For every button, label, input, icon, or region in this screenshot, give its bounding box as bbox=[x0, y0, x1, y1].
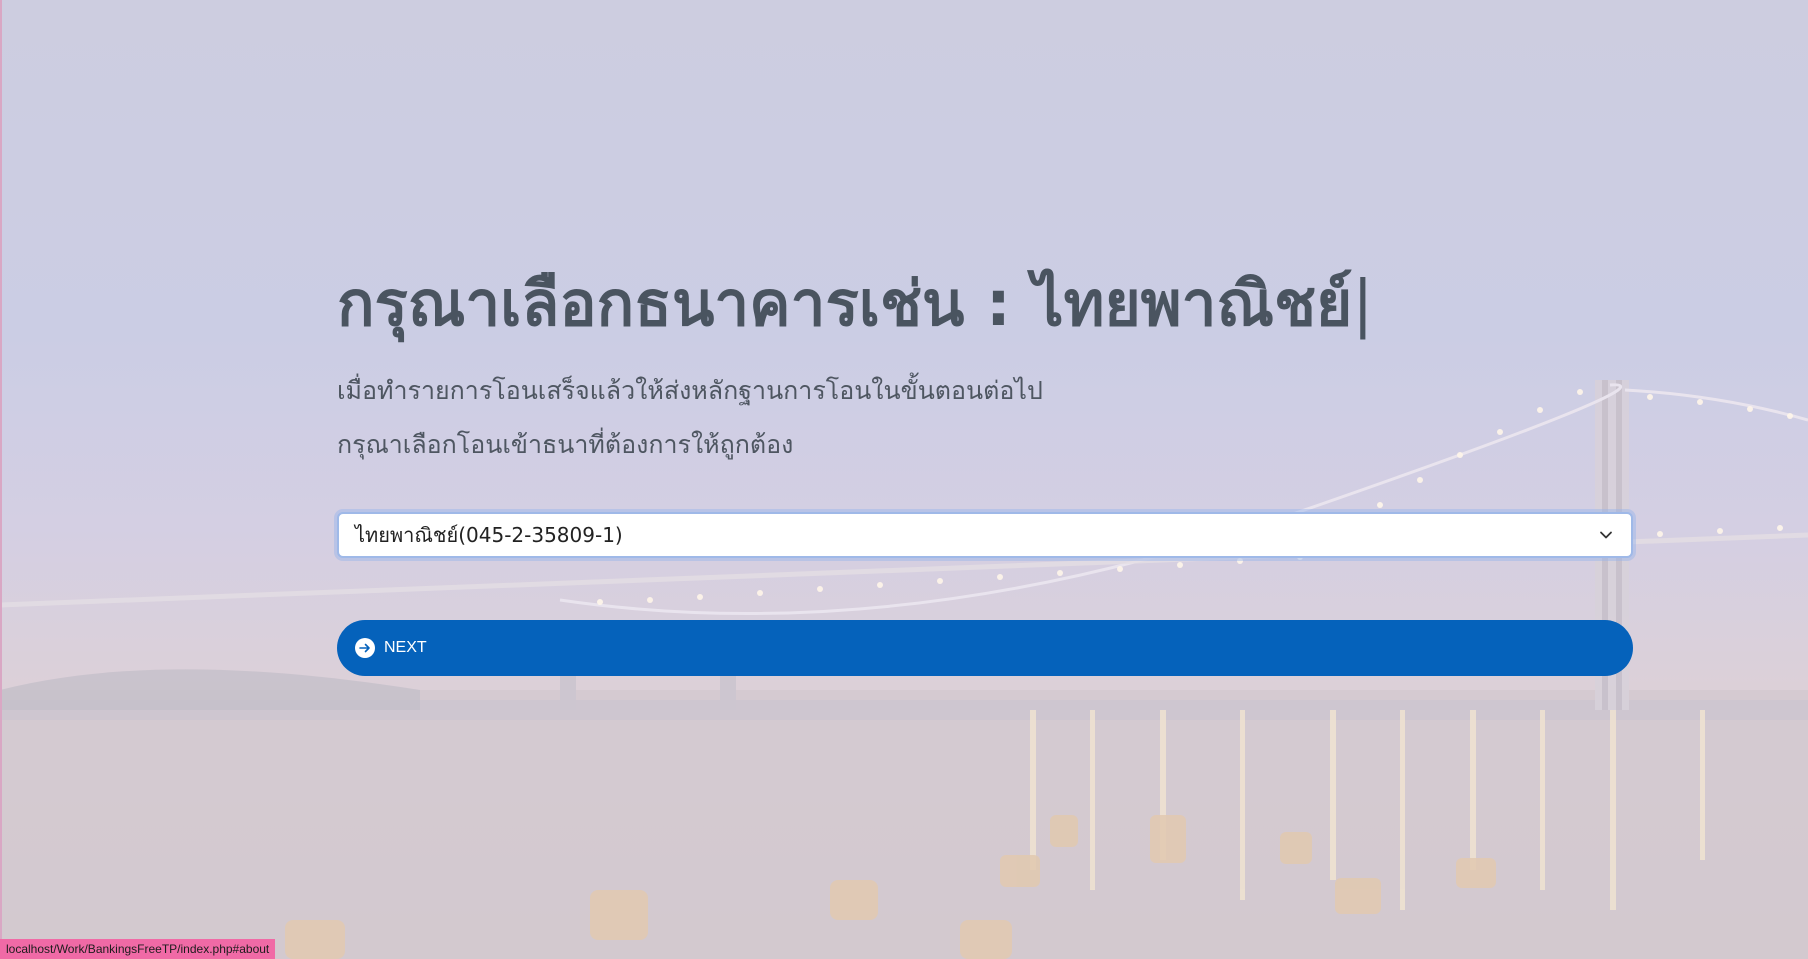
bank-select[interactable]: ไทยพาณิชย์(045-2-35809-1) bbox=[337, 512, 1633, 558]
title-prefix: กรุณาเลือกธนาคารเช่น : bbox=[337, 267, 1033, 340]
typing-cursor: | bbox=[1352, 267, 1374, 340]
title-bank-name: ไทยพาณิชย์ bbox=[1032, 267, 1353, 340]
instruction-text-1: เมื่อทำรายการโอนเสร็จแล้วให้ส่งหลักฐานกา… bbox=[337, 376, 1043, 405]
bank-select-value: ไทยพาณิชย์(045-2-35809-1) bbox=[355, 523, 623, 547]
chevron-down-icon bbox=[1600, 531, 1612, 539]
page-title: กรุณาเลือกธนาคารเช่น : ไทยพาณิชย์| bbox=[337, 250, 1633, 358]
status-bar-url: localhost/Work/BankingsFreeTP/index.php#… bbox=[0, 939, 276, 959]
next-button[interactable]: NEXT bbox=[337, 620, 1633, 676]
left-edge-border bbox=[0, 0, 2, 959]
instruction-text-2: กรุณาเลือกโอนเข้าธนาที่ต้องการให้ถูกต้อง bbox=[337, 430, 794, 459]
main-content: กรุณาเลือกธนาคารเช่น : ไทยพาณิชย์| เมื่อ… bbox=[337, 250, 1633, 676]
arrow-right-circle-icon bbox=[355, 638, 375, 658]
page: กรุณาเลือกธนาคารเช่น : ไทยพาณิชย์| เมื่อ… bbox=[0, 0, 1808, 959]
next-button-label: NEXT bbox=[384, 639, 427, 656]
